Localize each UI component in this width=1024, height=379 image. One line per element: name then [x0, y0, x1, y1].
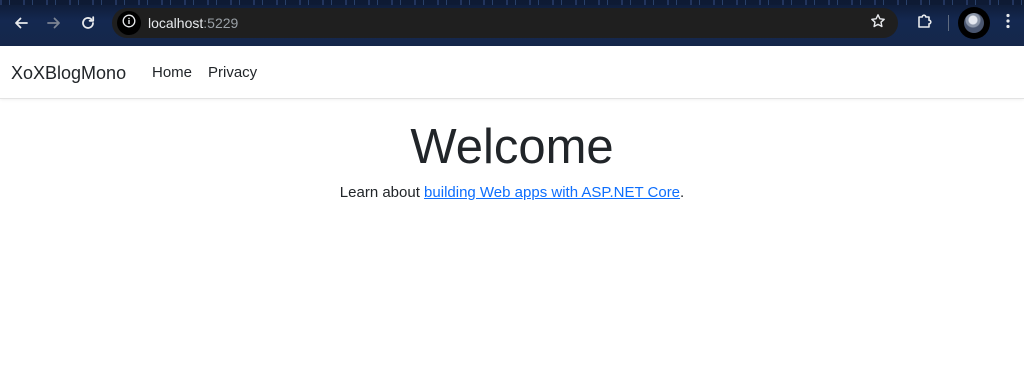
toolbar-divider	[948, 15, 949, 31]
aspnet-docs-link[interactable]: building Web apps with ASP.NET Core	[424, 184, 680, 201]
arrow-right-icon	[46, 15, 62, 31]
puzzle-icon	[916, 12, 934, 35]
back-button[interactable]	[7, 9, 35, 37]
url-text[interactable]: localhost:5229	[148, 15, 238, 31]
info-icon	[122, 14, 136, 33]
profile-avatar[interactable]	[958, 7, 990, 39]
star-icon	[870, 13, 886, 34]
main-content: Welcome Learn about building Web apps wi…	[0, 100, 1024, 203]
url-host: localhost	[148, 15, 204, 31]
nav-link-privacy[interactable]: Privacy	[208, 64, 257, 82]
site-info-button[interactable]	[117, 11, 141, 35]
kebab-menu-icon	[1006, 13, 1010, 34]
extensions-button[interactable]	[911, 9, 939, 37]
browser-toolbar: localhost:5229	[0, 0, 1024, 46]
browser-menu-button[interactable]	[996, 9, 1020, 37]
lead-suffix: .	[680, 184, 685, 201]
arrow-left-icon	[13, 15, 29, 31]
nav-link-home[interactable]: Home	[152, 64, 192, 82]
reload-button[interactable]	[74, 9, 102, 37]
page-title: Welcome	[410, 120, 614, 174]
forward-button[interactable]	[40, 9, 68, 37]
site-navbar: XoXBlogMono Home Privacy	[0, 46, 1024, 99]
url-port: :5229	[203, 15, 239, 31]
lead-paragraph: Learn about building Web apps with ASP.N…	[0, 183, 1024, 203]
avatar-image	[964, 13, 984, 33]
navbar-brand[interactable]: XoXBlogMono	[11, 62, 126, 84]
address-bar[interactable]: localhost:5229	[112, 8, 898, 38]
reload-icon	[80, 15, 96, 31]
lead-prefix: Learn about	[339, 184, 425, 201]
bookmark-button[interactable]	[866, 11, 890, 35]
